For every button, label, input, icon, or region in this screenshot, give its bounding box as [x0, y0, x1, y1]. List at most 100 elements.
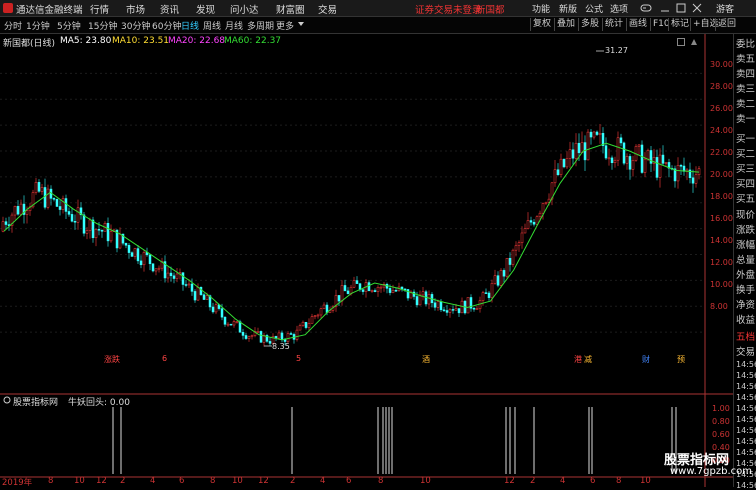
- trade-time: 14:56: [736, 404, 756, 413]
- menu-market[interactable]: 市场: [126, 2, 145, 16]
- candle-body: [535, 216, 539, 225]
- menu-news[interactable]: 资讯: [160, 2, 179, 16]
- menu-ask[interactable]: 问小达: [230, 2, 259, 16]
- tab-1min[interactable]: 1分钟: [26, 19, 50, 32]
- candle-body: [562, 158, 566, 168]
- candle-body: [490, 283, 494, 298]
- sidebar-tab-five-level[interactable]: 五档: [736, 329, 755, 343]
- time-tick: 6: [590, 476, 596, 486]
- tab-intraday[interactable]: 分时: [4, 19, 22, 32]
- time-tick: 4: [560, 476, 566, 486]
- event-marker[interactable]: 港: [574, 354, 582, 365]
- candle-body: [376, 286, 380, 292]
- candle-body: [304, 321, 308, 328]
- tab-30min[interactable]: 30分钟: [121, 19, 150, 32]
- event-marker[interactable]: 财: [642, 354, 650, 365]
- candle-body: [436, 301, 440, 308]
- candle-body: [640, 144, 644, 173]
- tab-daily[interactable]: 日线: [181, 19, 199, 32]
- menu-wealth[interactable]: 财富圈: [276, 2, 305, 16]
- candle-body: [256, 331, 260, 333]
- menu-options[interactable]: 选项: [610, 2, 628, 15]
- candle-body: [373, 290, 377, 292]
- tab-weekly[interactable]: 周线: [203, 19, 221, 32]
- tab-5min[interactable]: 5分钟: [57, 19, 81, 32]
- sidebar-item-price: 现价: [736, 210, 756, 221]
- chart-settings-icon[interactable]: [677, 38, 685, 46]
- time-tick: 2: [290, 476, 296, 486]
- candle-body: [694, 174, 698, 184]
- candle-body: [508, 257, 512, 265]
- candle-body: [61, 198, 65, 210]
- indicator-tick: 0.80: [712, 417, 730, 426]
- event-marker[interactable]: 涨跌: [104, 354, 120, 365]
- candle-body: [181, 272, 185, 285]
- candle-body: [205, 295, 209, 300]
- event-marker[interactable]: 减: [584, 354, 592, 365]
- event-marker[interactable]: 酒: [422, 354, 430, 365]
- candle-body: [622, 142, 626, 164]
- tool-back[interactable]: 返回: [715, 18, 738, 31]
- candle-body: [604, 145, 608, 159]
- gamepad-icon[interactable]: [640, 3, 652, 13]
- menu-discover[interactable]: 发现: [196, 2, 215, 16]
- candle-body: [571, 149, 575, 159]
- more-chevron-down-icon[interactable]: [298, 22, 304, 26]
- candle-body: [274, 336, 278, 339]
- menu-formula[interactable]: 公式: [585, 2, 603, 15]
- guest-user[interactable]: 游客: [716, 2, 734, 15]
- indicator-settings-icon[interactable]: [3, 396, 11, 404]
- candle-body: [289, 333, 293, 335]
- candle-body: [475, 308, 479, 310]
- candle-body: [91, 219, 95, 239]
- candle-body: [517, 242, 521, 246]
- tab-more[interactable]: 更多: [276, 19, 294, 32]
- close-icon[interactable]: [692, 3, 702, 13]
- candle-body: [106, 223, 110, 242]
- tab-multi-period[interactable]: 多周期: [247, 19, 274, 32]
- candle-body: [394, 289, 398, 292]
- tool-statistics[interactable]: 统计: [602, 18, 625, 31]
- tool-draw-line[interactable]: 画线: [626, 18, 649, 31]
- kline-chart[interactable]: [0, 34, 733, 487]
- tool-mark[interactable]: 标记: [668, 18, 691, 31]
- tool-multi-stock[interactable]: 多股: [578, 18, 601, 31]
- tool-adjust-rights[interactable]: 复权: [530, 18, 553, 31]
- tab-monthly[interactable]: 月线: [225, 19, 243, 32]
- time-tick: 8: [378, 476, 384, 486]
- candle-body: [64, 198, 68, 212]
- tool-overlay[interactable]: 叠加: [554, 18, 577, 31]
- time-tick: 8: [210, 476, 216, 486]
- trade-time: 14:56: [736, 448, 756, 457]
- time-tick: 2: [530, 476, 536, 486]
- indicator-name[interactable]: 股票指标网: [13, 395, 58, 408]
- tab-15min[interactable]: 15分钟: [88, 19, 117, 32]
- candle-body: [142, 252, 146, 266]
- candle-body: [37, 182, 41, 192]
- menu-function[interactable]: 功能: [532, 2, 550, 15]
- trade-login-status[interactable]: 证券交易未登录: [415, 2, 482, 16]
- candle-body: [16, 206, 20, 215]
- candle-body: [193, 291, 197, 301]
- candle-body: [538, 212, 542, 217]
- candle-body: [628, 156, 632, 170]
- sidebar-tab-trades[interactable]: 交易: [736, 344, 755, 358]
- candle-body: [343, 285, 347, 292]
- maximize-icon[interactable]: [676, 3, 686, 13]
- candle-body: [286, 333, 290, 342]
- time-tick: 10: [420, 476, 431, 486]
- candle-body: [151, 263, 155, 272]
- chart-expand-icon[interactable]: [690, 38, 698, 46]
- minimize-icon[interactable]: [660, 3, 670, 13]
- menu-new-version[interactable]: 新版: [559, 2, 577, 15]
- menu-quotes[interactable]: 行情: [90, 2, 109, 16]
- candle-body: [70, 214, 74, 222]
- event-marker[interactable]: 6: [162, 354, 167, 363]
- tab-60min[interactable]: 60分钟: [152, 19, 181, 32]
- candle-body: [25, 210, 29, 215]
- event-marker[interactable]: 预: [677, 354, 685, 365]
- sidebar-item-outer: 外盘: [736, 270, 756, 281]
- sidebar-item-ask1: 卖一: [736, 114, 756, 125]
- menu-trade[interactable]: 交易: [318, 2, 337, 16]
- event-marker[interactable]: 5: [296, 354, 301, 363]
